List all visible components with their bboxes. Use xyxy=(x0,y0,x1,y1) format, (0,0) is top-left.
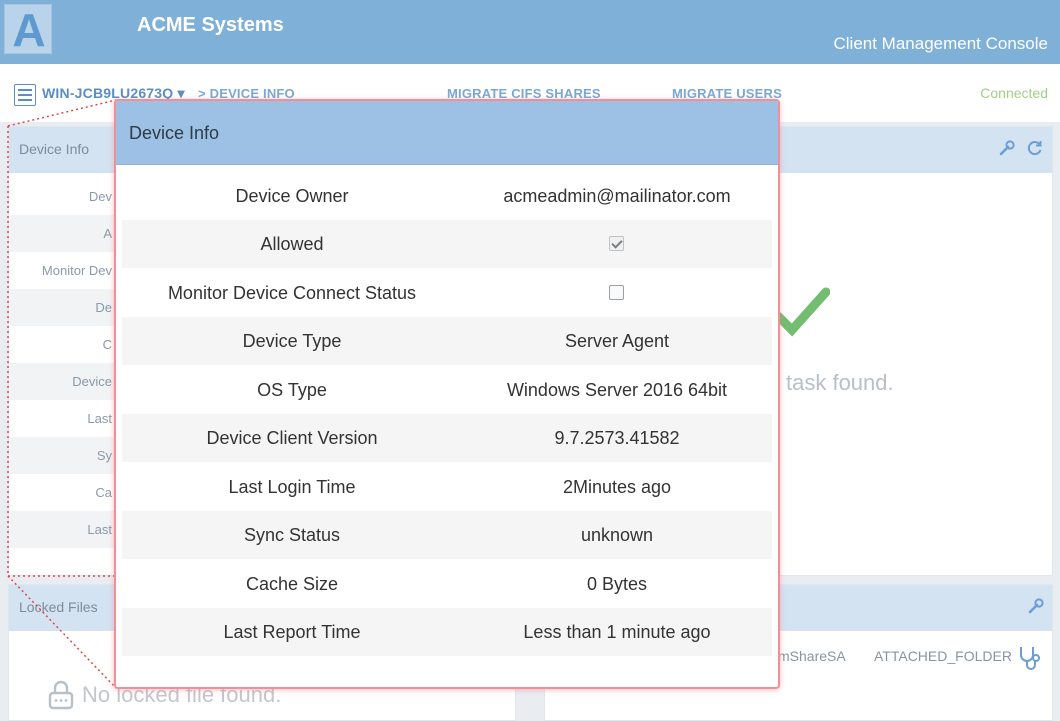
app-header: A ACME Systems Client Management Console xyxy=(0,0,1060,64)
console-title: Client Management Console xyxy=(833,34,1048,53)
stethoscope-icon[interactable] xyxy=(1016,644,1044,672)
wrench-icon[interactable] xyxy=(1027,597,1045,615)
row-value: Less than 1 minute ago xyxy=(523,622,711,642)
list-icon[interactable] xyxy=(14,84,36,106)
panel-title: Locked Files xyxy=(19,599,98,615)
row-value: Server Agent xyxy=(564,331,670,351)
row-label: Cache Size xyxy=(245,574,339,594)
info-row: Monitor Device Connect Status xyxy=(122,269,772,317)
row-value: Windows Server 2016 64bit xyxy=(506,380,728,400)
bg-row: A xyxy=(10,215,116,252)
bg-row: Last xyxy=(87,411,112,426)
row-value: 9.7.2573.41582 xyxy=(554,428,680,448)
bg-row: De xyxy=(10,289,116,326)
bg-row: Sy xyxy=(10,437,116,474)
bg-row: Monitor Dev xyxy=(41,263,112,278)
dialog-title: Device Info xyxy=(129,123,220,143)
row-value: 2Minutes ago xyxy=(562,477,672,497)
logo: A xyxy=(4,4,52,56)
row-label: Last Report Time xyxy=(223,622,361,642)
company-name: ACME Systems xyxy=(137,14,284,36)
allowed-checkbox[interactable] xyxy=(609,236,624,251)
row-label: Last Login Time xyxy=(228,477,356,497)
bg-row: Device xyxy=(10,363,116,400)
bg-row: Ca xyxy=(95,485,112,500)
task-panel xyxy=(776,126,1053,576)
row-label: Monitor Device Connect Status xyxy=(167,283,417,303)
info-row: Cache Size 0 Bytes xyxy=(122,560,772,608)
bg-row: C xyxy=(102,337,112,352)
share-type-cell: ATTACHED_FOLDER xyxy=(874,648,1012,664)
row-label: Sync Status xyxy=(243,525,341,545)
row-label: Device Type xyxy=(242,331,342,351)
row-label: Allowed xyxy=(260,234,324,254)
connection-status: Connected xyxy=(980,85,1048,101)
wrench-icon[interactable] xyxy=(998,139,1016,157)
panel-header: Device Info xyxy=(9,127,119,173)
lock-icon xyxy=(48,680,74,710)
no-task-message: task found. xyxy=(786,370,894,395)
monitor-connect-status-checkbox[interactable] xyxy=(609,285,624,300)
info-row: Last Login Time 2Minutes ago xyxy=(122,463,772,511)
logo-letter: A xyxy=(12,4,46,56)
row-value: 0 Bytes xyxy=(586,574,648,594)
info-row: Device Client Version 9.7.2573.41582 xyxy=(122,414,772,463)
bg-row: Last xyxy=(10,511,116,548)
row-label: Device Owner xyxy=(235,186,349,206)
info-row: Device Type Server Agent xyxy=(122,317,772,366)
share-name-cell: mShareSA xyxy=(778,648,846,664)
info-row: Sync Status unknown xyxy=(122,511,772,560)
info-row: Last Report Time Less than 1 minute ago xyxy=(122,608,772,657)
dialog-header: Device Info xyxy=(116,101,778,165)
info-row: Device Owner acmeadmin@mailinator.com xyxy=(122,172,772,220)
row-value: unknown xyxy=(580,525,654,545)
row-label: Device Client Version xyxy=(206,428,378,448)
info-row: Allowed xyxy=(122,220,772,269)
row-label: OS Type xyxy=(257,380,327,400)
row-value: acmeadmin@mailinator.com xyxy=(503,186,731,206)
bg-row: Dev xyxy=(88,189,112,204)
panel-title: Device Info xyxy=(19,141,90,157)
device-info-dialog: Device Info Device Owner acmeadmin@maili… xyxy=(114,99,780,689)
refresh-icon[interactable] xyxy=(1026,139,1044,157)
info-row: OS Type Windows Server 2016 64bit xyxy=(122,366,772,414)
